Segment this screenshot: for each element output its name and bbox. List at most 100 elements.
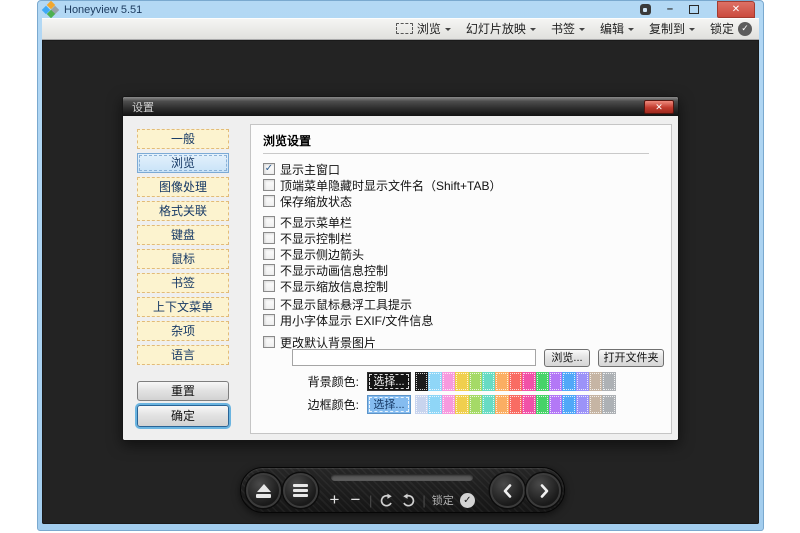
choose-border-color-button[interactable]: 选择... <box>367 395 411 414</box>
color-swatch[interactable] <box>536 395 549 414</box>
color-swatch[interactable] <box>576 372 589 391</box>
checkbox[interactable] <box>263 216 275 228</box>
minimize-button[interactable]: – <box>667 1 673 18</box>
color-swatch[interactable] <box>576 395 589 414</box>
color-swatch[interactable] <box>589 372 602 391</box>
color-swatch[interactable] <box>549 395 562 414</box>
checkbox-label: 更改默认背景图片 <box>280 334 376 351</box>
checkbox[interactable] <box>263 248 275 260</box>
checkbox[interactable] <box>263 179 275 191</box>
color-swatch[interactable] <box>415 372 428 391</box>
browse-button[interactable]: 浏览... <box>544 349 590 367</box>
toolbar-item-browse[interactable]: 浏览 <box>396 20 451 37</box>
rotate-left-button[interactable] <box>378 492 394 508</box>
dialog-titlebar[interactable]: 设置 ✕ <box>123 97 678 116</box>
checkbox[interactable] <box>263 195 275 207</box>
checkbox-group-3: 更改默认背景图片 <box>263 334 665 350</box>
lock-check-icon[interactable]: ✓ <box>460 493 475 508</box>
reset-button[interactable]: 重置 <box>137 381 229 401</box>
maximize-button[interactable] <box>689 5 699 14</box>
sidebar-item-5[interactable]: 鼠标 <box>137 249 229 269</box>
ok-button[interactable]: 确定 <box>137 405 229 427</box>
background-color-row: 背景颜色: 选择... <box>251 371 616 391</box>
checkbox[interactable] <box>263 314 275 326</box>
sidebar-item-8[interactable]: 杂项 <box>137 321 229 341</box>
color-swatch[interactable] <box>602 372 615 391</box>
checkbox-row: 不显示动画信息控制 <box>263 262 665 278</box>
color-swatch[interactable] <box>442 372 455 391</box>
color-swatch[interactable] <box>482 372 495 391</box>
color-swatch[interactable] <box>428 372 441 391</box>
color-swatch[interactable] <box>562 372 575 391</box>
color-swatch[interactable] <box>602 395 615 414</box>
color-swatch[interactable] <box>442 395 455 414</box>
toolbar-item-label: 浏览 <box>417 20 441 37</box>
checkbox-label: 不显示鼠标悬浮工具提示 <box>280 296 412 313</box>
menu-button[interactable] <box>283 473 318 508</box>
color-swatch[interactable] <box>522 395 535 414</box>
toolbar-item-slideshow[interactable]: 幻灯片放映 <box>466 20 536 37</box>
zoom-out-button[interactable]: − <box>348 491 363 509</box>
dialog-body: 一般浏览图像处理格式关联键盘鼠标书签上下文菜单杂项语言 重置 确定 浏览设置 ✓… <box>123 116 678 441</box>
bg-swatches <box>415 372 616 391</box>
sidebar-item-0[interactable]: 一般 <box>137 129 229 149</box>
rotate-right-button[interactable] <box>400 492 416 508</box>
color-swatch[interactable] <box>589 395 602 414</box>
checkbox-row: 不显示控制栏 <box>263 230 665 246</box>
close-button[interactable]: ✕ <box>717 1 755 18</box>
chevron-down-icon <box>579 28 585 34</box>
sidebar-item-7[interactable]: 上下文菜单 <box>137 297 229 317</box>
eject-icon <box>257 484 271 492</box>
color-swatch[interactable] <box>469 372 482 391</box>
checkbox-label: 用小字体显示 EXIF/文件信息 <box>280 312 433 329</box>
eject-button[interactable] <box>246 473 281 508</box>
chevron-down-icon <box>530 28 536 34</box>
titlebar: Honeyview 5.51 – ✕ <box>38 1 763 18</box>
checkbox-label: 不显示缩放信息控制 <box>280 278 388 295</box>
zoom-slider[interactable] <box>331 474 473 481</box>
toolbar-item-lock[interactable]: 锁定✓ <box>710 20 752 37</box>
dialog-close-button[interactable]: ✕ <box>644 100 674 114</box>
color-swatch[interactable] <box>522 372 535 391</box>
chevron-down-icon <box>628 28 634 34</box>
color-swatch[interactable] <box>509 372 522 391</box>
checkbox[interactable]: ✓ <box>263 163 275 175</box>
color-swatch[interactable] <box>495 395 508 414</box>
color-swatch[interactable] <box>469 395 482 414</box>
sidebar-item-4[interactable]: 键盘 <box>137 225 229 245</box>
color-swatch[interactable] <box>495 372 508 391</box>
checkbox-row: 不显示菜单栏 <box>263 214 665 230</box>
checkbox[interactable] <box>263 280 275 292</box>
color-swatch[interactable] <box>455 372 468 391</box>
open-folder-button[interactable]: 打开文件夹 <box>598 349 664 367</box>
color-swatch[interactable] <box>549 372 562 391</box>
checkbox-label: 保存缩放状态 <box>280 193 352 210</box>
checkbox-label: 不显示动画信息控制 <box>280 262 388 279</box>
sidebar-item-3[interactable]: 格式关联 <box>137 201 229 221</box>
color-swatch[interactable] <box>415 395 428 414</box>
sidebar-item-6[interactable]: 书签 <box>137 273 229 293</box>
sidebar-item-9[interactable]: 语言 <box>137 345 229 365</box>
sidebar-item-2[interactable]: 图像处理 <box>137 177 229 197</box>
previous-button[interactable] <box>490 473 525 508</box>
color-swatch[interactable] <box>509 395 522 414</box>
color-swatch[interactable] <box>455 395 468 414</box>
next-button[interactable] <box>526 473 561 508</box>
color-swatch[interactable] <box>428 395 441 414</box>
sidebar-item-1[interactable]: 浏览 <box>137 153 229 173</box>
checkbox[interactable] <box>263 264 275 276</box>
toolbar-item-copy-to[interactable]: 复制到 <box>649 20 695 37</box>
color-swatch[interactable] <box>536 372 549 391</box>
checkbox[interactable] <box>263 232 275 244</box>
choose-background-color-button[interactable]: 选择... <box>367 372 411 391</box>
background-path-input[interactable] <box>292 349 536 366</box>
color-swatch[interactable] <box>562 395 575 414</box>
zoom-in-button[interactable]: + <box>327 491 342 509</box>
checkbox[interactable] <box>263 298 275 310</box>
toolbar-item-bookmark[interactable]: 书签 <box>551 20 585 37</box>
toolbar-item-label: 锁定 <box>710 20 734 37</box>
checkbox[interactable] <box>263 336 275 348</box>
toolbar-item-edit[interactable]: 编辑 <box>600 20 634 37</box>
always-on-top-icon[interactable] <box>640 4 651 15</box>
color-swatch[interactable] <box>482 395 495 414</box>
